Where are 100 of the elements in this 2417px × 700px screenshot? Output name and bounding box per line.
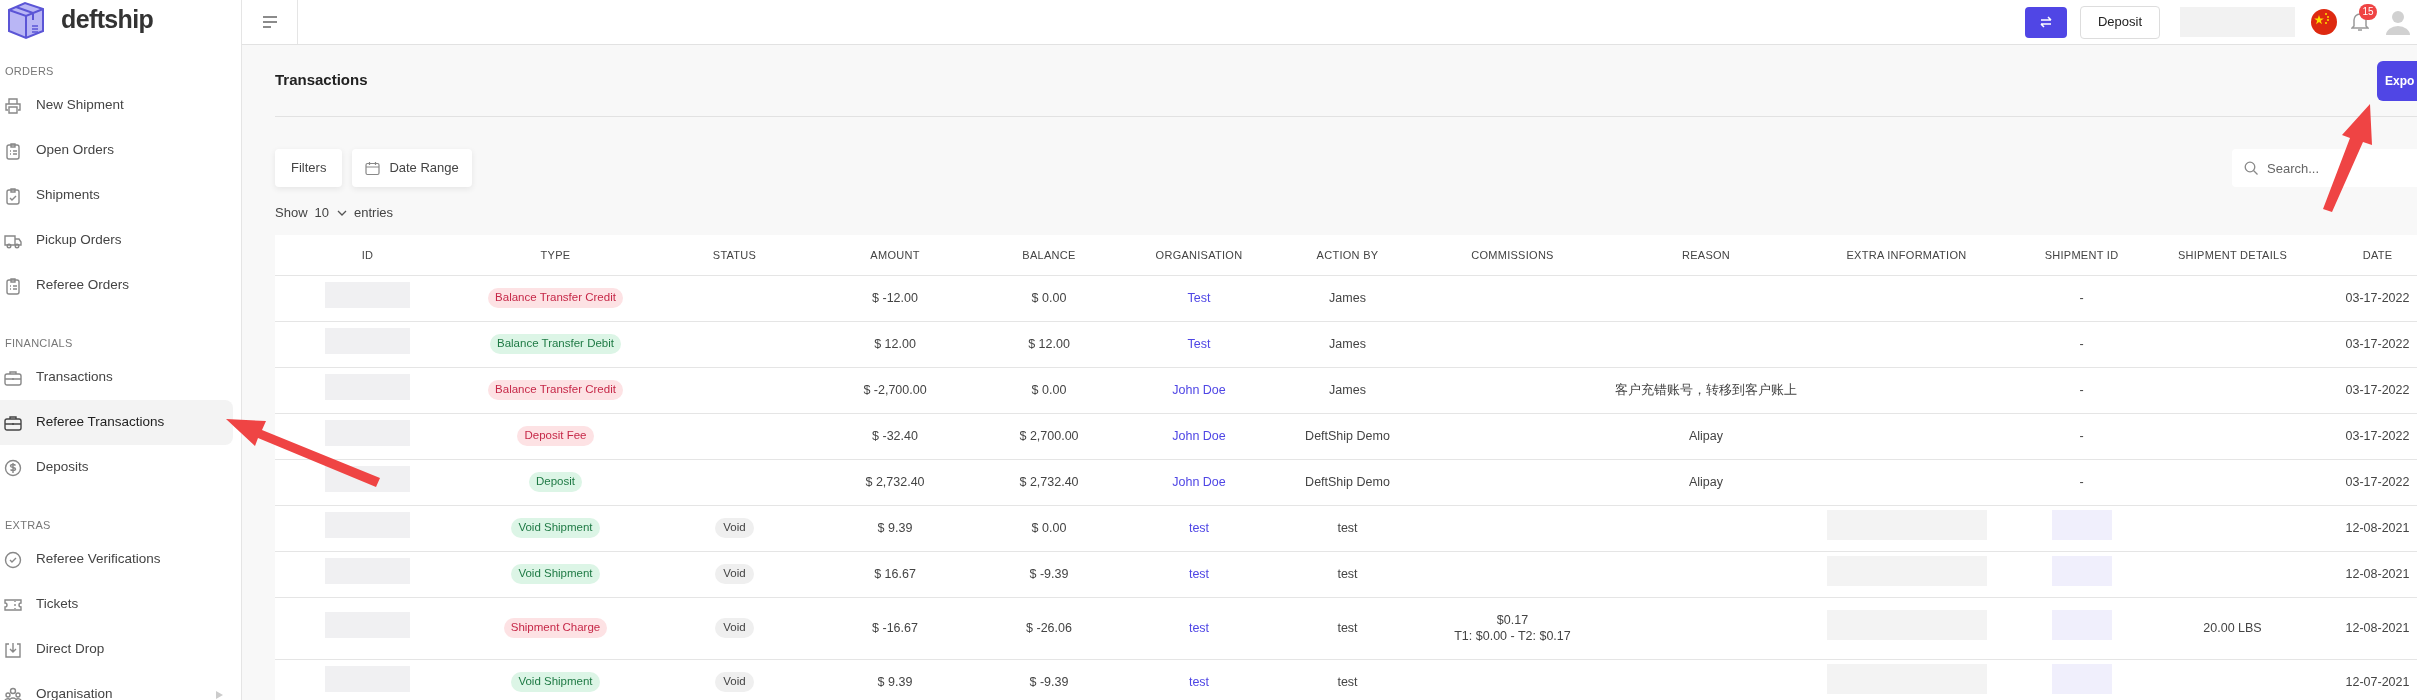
amount-value: $ 2,732.40	[865, 474, 925, 489]
box-logo-icon	[5, 0, 47, 40]
sidebar-item[interactable]: Direct Drop	[0, 627, 233, 672]
type-badge: Shipment Charge	[503, 618, 608, 638]
page-title: Transactions	[275, 70, 368, 91]
sidebar-item[interactable]: Referee Transactions	[0, 400, 233, 445]
shipment-id-value: -	[2079, 474, 2084, 489]
dollar-circle-icon	[4, 458, 22, 477]
reason-value: Alipay	[1688, 428, 1723, 443]
sidebar-item[interactable]: Pickup Orders	[0, 218, 233, 263]
check-circle-icon	[4, 550, 22, 569]
column-header[interactable]: EXTRA INFORMATION	[1846, 248, 1967, 261]
date-value: 03-17-2022	[2345, 474, 2410, 489]
organisation-link[interactable]: test	[1188, 566, 1210, 581]
column-header[interactable]: BALANCE	[1022, 248, 1076, 261]
amount-value: $ -2,700.00	[863, 382, 927, 397]
brand-name: deftship	[61, 4, 154, 36]
action-by-value: test	[1337, 566, 1358, 581]
download-tray-icon	[4, 640, 22, 659]
status-badge: Void	[715, 618, 754, 638]
briefcase-icon	[4, 413, 22, 432]
organisation-link[interactable]: test	[1188, 520, 1210, 535]
action-by-value: test	[1337, 520, 1358, 535]
organisation-link[interactable]: test	[1188, 674, 1210, 689]
type-badge: Balance Transfer Credit	[488, 380, 623, 400]
sidebar-item[interactable]: Shipments	[0, 173, 233, 218]
type-badge: Deposit	[529, 472, 582, 492]
column-header[interactable]: DATE	[2362, 248, 2393, 261]
column-header[interactable]: STATUS	[712, 248, 757, 261]
column-header[interactable]: ID	[361, 248, 374, 261]
swap-arrows-icon	[2038, 16, 2053, 28]
flag-icon[interactable]	[2311, 9, 2337, 35]
commission-total: $0.17	[1495, 612, 1530, 628]
menu-icon[interactable]	[261, 16, 278, 28]
type-badge: Balance Transfer Debit	[490, 334, 621, 354]
balance-value: $ 12.00	[1028, 336, 1070, 351]
column-header[interactable]: SHIPMENT ID	[2044, 248, 2119, 261]
balance-value: $ -9.39	[1029, 674, 1069, 689]
sidebar-item[interactable]: Referee Orders	[0, 263, 233, 308]
section-title: EXTRAS	[4, 517, 52, 533]
transfer-button[interactable]	[2024, 6, 2067, 38]
date-value: 12-08-2021	[2345, 620, 2410, 635]
date-value: 03-17-2022	[2345, 336, 2410, 351]
show-label: Show	[275, 204, 308, 223]
people-icon	[4, 685, 22, 700]
action-by-value: DeftShip Demo	[1305, 428, 1390, 443]
column-header[interactable]: SHIPMENT DETAILS	[2177, 248, 2288, 261]
shipment-id-value: -	[2079, 382, 2084, 397]
column-header[interactable]: AMOUNT	[870, 248, 920, 261]
amount-value: $ 9.39	[877, 674, 913, 689]
amount-value: $ -32.40	[872, 428, 918, 443]
amount-value: $ 12.00	[874, 336, 916, 351]
notification-count: 15	[2359, 4, 2377, 20]
column-header[interactable]: COMMISSIONS	[1471, 248, 1554, 261]
sidebar-item[interactable]: Transactions	[0, 355, 233, 400]
deposit-button[interactable]: Deposit	[2079, 5, 2160, 39]
organisation-link[interactable]: John Doe	[1172, 474, 1226, 489]
sidebar-item[interactable]: Deposits	[0, 445, 233, 490]
action-by-value: James	[1329, 336, 1366, 351]
search-field[interactable]: Search...	[2232, 149, 2417, 187]
organisation-link[interactable]: John Doe	[1172, 428, 1226, 443]
organisation-link[interactable]: test	[1188, 620, 1210, 635]
section-title: FINANCIALS	[4, 335, 74, 351]
column-header[interactable]: REASON	[1681, 248, 1731, 261]
organisation-link[interactable]: John Doe	[1172, 382, 1226, 397]
balance-value: $ -26.06	[1026, 620, 1072, 635]
column-header[interactable]: ORGANISATION	[1155, 248, 1243, 261]
sidebar-item[interactable]: Open Orders	[0, 128, 233, 173]
shipment-id-value: -	[2079, 428, 2084, 443]
export-button[interactable]: Expo	[2377, 60, 2417, 101]
organisation-link[interactable]: Test	[1187, 336, 1211, 351]
entries-label: entries	[354, 204, 394, 223]
sidebar-item[interactable]: New Shipment	[0, 83, 233, 128]
date-value: 03-17-2022	[2345, 290, 2410, 305]
shipment-id-value: -	[2079, 336, 2084, 351]
balance-value: $ -9.39	[1029, 566, 1069, 581]
column-header[interactable]: TYPE	[540, 248, 571, 261]
clipboard-icon	[4, 276, 22, 295]
section-title: ORDERS	[4, 63, 55, 79]
entries-select[interactable]: 10	[314, 203, 347, 223]
date-value: 12-08-2021	[2345, 520, 2410, 535]
amount-value: $ 16.67	[874, 566, 916, 581]
date-value: 12-07-2021	[2345, 674, 2410, 689]
shipment-details-value: 20.00 LBS	[2203, 620, 2262, 635]
sidebar-item[interactable]: Tickets	[0, 582, 233, 627]
search-icon	[2244, 161, 2259, 176]
clipboard-check-icon	[4, 186, 22, 205]
type-badge: Balance Transfer Credit	[488, 288, 623, 308]
organisation-link[interactable]: Test	[1187, 290, 1211, 305]
filters-button[interactable]: Filters	[275, 149, 343, 187]
status-badge: Void	[715, 564, 754, 584]
sidebar-item[interactable]: Referee Verifications	[0, 537, 233, 582]
date-range-button[interactable]: Date Range	[352, 149, 472, 187]
briefcase-icon	[4, 368, 22, 387]
action-by-value: James	[1329, 290, 1366, 305]
column-header[interactable]: ACTION BY	[1316, 248, 1379, 261]
date-value: 03-17-2022	[2345, 428, 2410, 443]
amount-value: $ -16.67	[872, 620, 918, 635]
type-badge: Void Shipment	[511, 518, 600, 538]
amount-value: $ -12.00	[872, 290, 918, 305]
